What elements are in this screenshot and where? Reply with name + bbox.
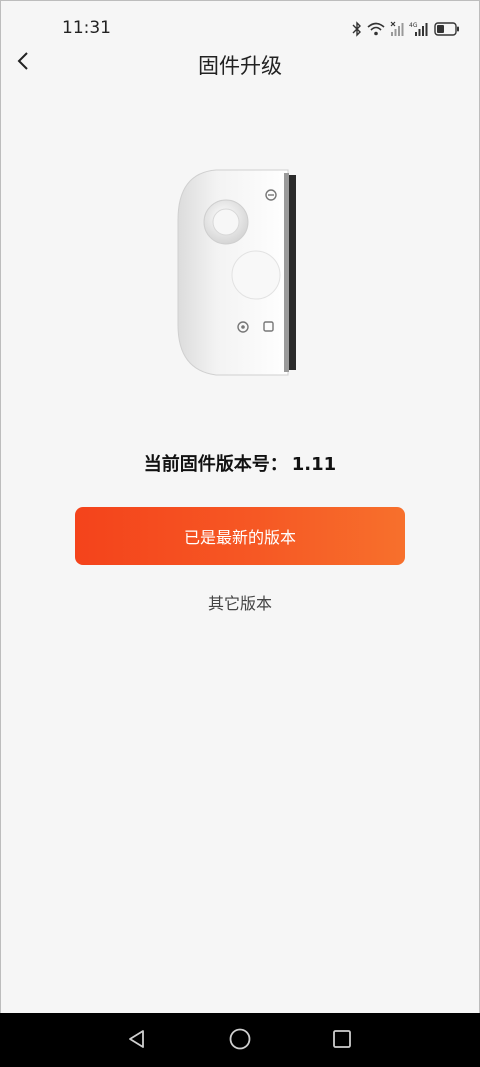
controller-image <box>176 165 304 380</box>
back-triangle-icon <box>126 1028 148 1054</box>
status-time: 11:31 <box>62 18 111 38</box>
home-circle-icon <box>228 1027 252 1055</box>
latest-version-button[interactable]: 已是最新的版本 <box>75 507 405 565</box>
svg-text:4G: 4G <box>409 22 418 29</box>
firmware-version-number: 1.11 <box>291 454 337 475</box>
page-title: 固件升级 <box>198 54 282 78</box>
nav-recents-button[interactable] <box>328 1027 356 1055</box>
signal-1-icon <box>390 21 404 37</box>
firmware-version-label: 当前固件版本号： <box>143 454 288 475</box>
system-nav-bar <box>0 1013 480 1067</box>
signal-2-icon: 4G <box>409 21 429 37</box>
wifi-icon <box>367 22 385 36</box>
battery-icon <box>434 22 460 36</box>
firmware-version: 当前固件版本号： 1.11 <box>0 450 480 476</box>
status-icons: 4G <box>352 19 460 39</box>
bluetooth-icon <box>352 21 362 37</box>
other-versions-link[interactable]: 其它版本 <box>0 590 480 614</box>
nav-back-button[interactable] <box>123 1027 151 1055</box>
nav-home-button[interactable] <box>226 1027 254 1055</box>
recents-square-icon <box>331 1028 353 1054</box>
